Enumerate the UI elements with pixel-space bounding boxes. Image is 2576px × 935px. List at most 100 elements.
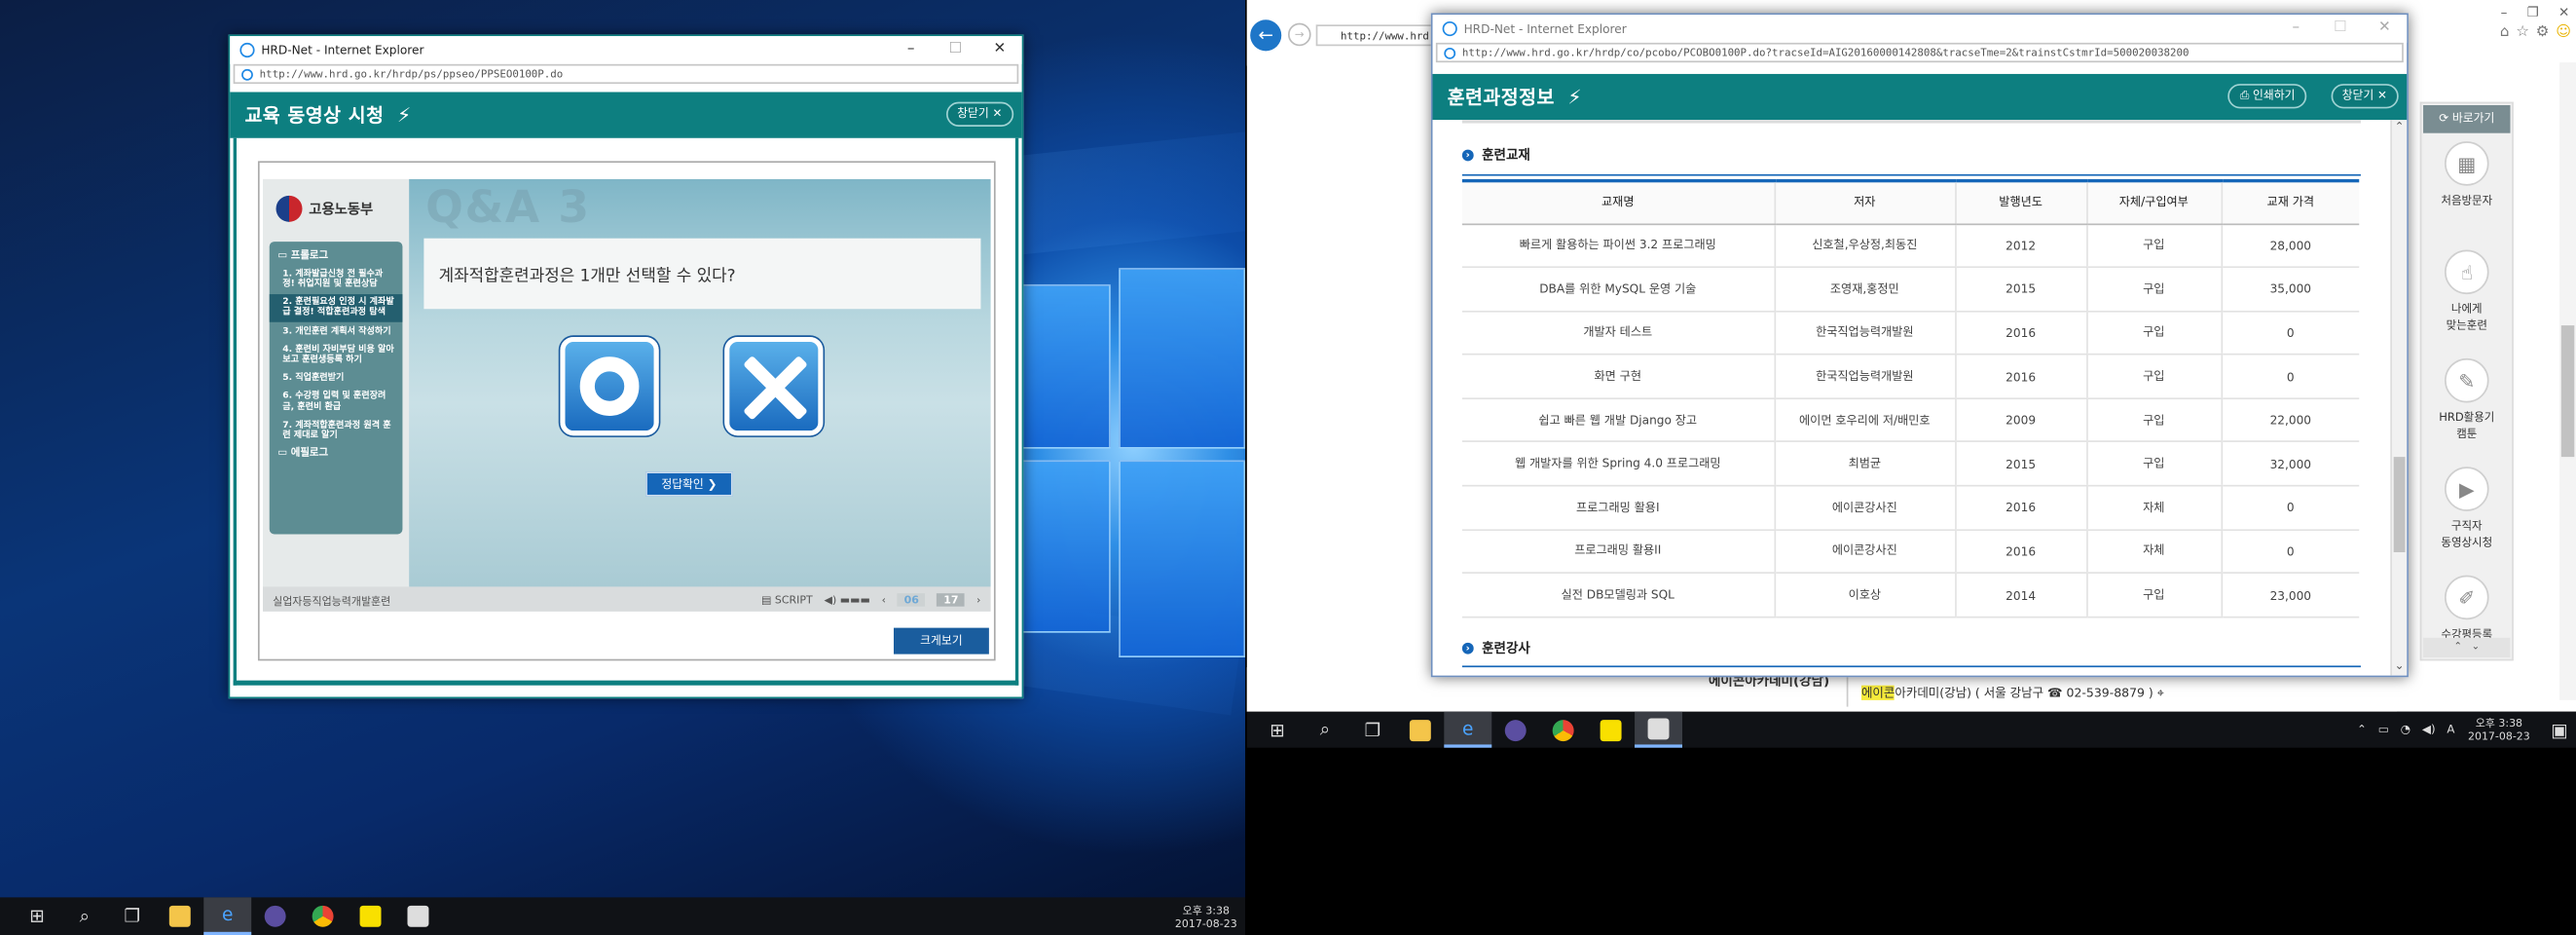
minimize-button[interactable]: – <box>889 36 934 64</box>
table-cell: 웹 개발자를 위한 Spring 4.0 프로그래밍 <box>1461 441 1775 487</box>
table-cell: 0 <box>2220 485 2360 531</box>
close-window-button[interactable]: ✕ <box>977 36 1022 64</box>
search-icon[interactable]: ⌕ <box>60 897 108 935</box>
quick-job-video[interactable]: ▶ 구직자 동영상시청 <box>2421 461 2512 569</box>
screen: HRD-Net - Internet Explorer – ☐ ✕ http:/… <box>0 0 2576 935</box>
file-explorer-icon[interactable] <box>1396 712 1444 748</box>
chapter-item-active[interactable]: 2. 훈련필요성 인정 시 계좌발급 결정! 적합훈련과정 탐색 <box>269 293 403 322</box>
table-cell: 2015 <box>1954 267 2087 313</box>
start-windows-icon[interactable]: ⊞ <box>14 897 61 935</box>
tray-chevron-icon[interactable]: ⌃ <box>2357 724 2367 737</box>
calculator-icon[interactable] <box>394 897 442 935</box>
right-window-title: HRD-Net - Internet Explorer <box>1463 20 1627 37</box>
quick-menu: ⟳ 바로가기 ▦ 처음방문자 ☝ 나에게 맞는훈련 ✎ HRD활용기 캠툰 ▶ 구직자 … <box>2419 101 2514 661</box>
back-arrow-icon[interactable]: ← <box>1250 19 1282 52</box>
quick-review[interactable]: ✐ 수강평등록 <box>2421 569 2512 677</box>
smiley-icon[interactable]: ☺ <box>2556 24 2571 41</box>
background-scrollbar[interactable] <box>2559 62 2576 700</box>
table-cell: 0 <box>2220 529 2360 575</box>
chapter-item[interactable]: 4. 훈련비 자비부담 비용 알아보고 훈련생등록 하기 <box>270 341 403 369</box>
kakaotalk-icon[interactable] <box>1587 712 1635 748</box>
prev-page-icon[interactable]: ‹ <box>882 592 886 606</box>
app-taskbar-icon[interactable] <box>251 897 299 935</box>
task-view-icon[interactable]: ❐ <box>1348 712 1396 748</box>
search-icon[interactable]: ⌕ <box>1302 712 1349 748</box>
x-answer-button[interactable] <box>724 336 824 436</box>
quick-my-training[interactable]: ☝ 나에게 맞는훈련 <box>2421 243 2512 352</box>
chapter-item[interactable]: ▭ 프롤로그 <box>270 246 403 265</box>
o-answer-button[interactable] <box>560 336 659 436</box>
favorites-star-icon[interactable]: ☆ <box>2516 24 2529 41</box>
chapter-list: ▭ 프롤로그 1. 계좌발급신청 전 필수과정! 취업지원 및 훈련상담 2. … <box>269 242 403 535</box>
video-close-button[interactable]: 창닫기 ✕ <box>945 101 1014 127</box>
table-cell: 자체 <box>2085 485 2222 531</box>
print-button[interactable]: ⎙ 인쇄하기 <box>2227 84 2307 109</box>
maximize-button[interactable]: ☐ <box>2318 15 2363 43</box>
quick-menu-nav[interactable]: ⌃ ⌄ <box>2423 637 2511 657</box>
app-taskbar-icon[interactable] <box>1491 712 1539 748</box>
left-address-bar[interactable]: http://www.hrd.go.kr/hrdp/ps/ppseo/PPSEO… <box>233 63 1019 85</box>
chapter-item[interactable]: 3. 개인훈련 계획서 작성하기 <box>270 322 403 341</box>
chapter-item[interactable]: 6. 수강평 입력 및 훈련장려금, 훈련비 환급 <box>270 388 403 416</box>
col-header: 저자 <box>1773 178 1956 225</box>
right-window-titlebar[interactable]: HRD-Net - Internet Explorer – ☐ ✕ <box>1432 15 2408 43</box>
scrollbar-thumb[interactable] <box>2393 457 2406 552</box>
ie-icon <box>1442 20 1457 37</box>
ime-indicator[interactable]: A <box>2447 724 2454 737</box>
file-explorer-icon[interactable] <box>156 897 203 935</box>
right-clock[interactable]: 오후 3:38 2017-08-23 <box>2468 717 2543 743</box>
calculator-icon[interactable] <box>1635 711 1682 748</box>
volume-icon[interactable]: ◀) ▬▬▬ <box>825 592 870 606</box>
chrome-icon[interactable] <box>1539 712 1587 748</box>
video-icon: ▶ <box>2445 467 2489 511</box>
close-window-button[interactable]: ✕ <box>2363 15 2408 43</box>
teachers-section-title: › 훈련강사 <box>1461 639 1530 657</box>
bg-minimize-button[interactable]: – <box>2501 5 2508 19</box>
battery-icon[interactable]: ▭ <box>2378 724 2389 737</box>
chapter-item[interactable]: 5. 직업훈련받기 <box>270 369 403 388</box>
left-window-title: HRD-Net - Internet Explorer <box>261 42 424 58</box>
maximize-button[interactable]: ☐ <box>934 36 978 64</box>
chapter-item[interactable]: ▭ 에필로그 <box>270 445 403 464</box>
right-black-area <box>1246 747 2576 935</box>
right-taskbar: ⊞ ⌕ ❐ e ⌃ ▭ ◔ ◀) A 오후 3:38 2017-08-23 ▣ <box>1246 711 2576 748</box>
ie-taskbar-icon[interactable]: e <box>203 897 252 935</box>
right-address-bar[interactable]: http://www.hrd.go.kr/hrdp/co/pcobo/PCOBO… <box>1435 42 2404 63</box>
map-icon[interactable]: ⌖ <box>2157 686 2164 700</box>
video-header-title: 교육 동영상 시청 <box>244 103 385 127</box>
chrome-icon[interactable] <box>299 897 347 935</box>
script-button[interactable]: ▤ SCRIPT <box>761 592 813 606</box>
content-scrollbar[interactable]: ⌃ ⌄ <box>2390 120 2408 676</box>
task-view-icon[interactable]: ❐ <box>108 897 156 935</box>
network-icon[interactable]: ◔ <box>2401 724 2410 737</box>
check-answer-button[interactable]: 정답확인 ❯ <box>645 471 733 497</box>
enlarge-button[interactable]: 크게보기 <box>894 627 989 654</box>
bg-restore-button[interactable]: ❐ <box>2527 5 2539 19</box>
sparkle-icon: ⚡ <box>397 103 412 127</box>
bg-close-button[interactable]: ✕ <box>2558 5 2569 19</box>
chapter-item[interactable]: 7. 계좌적합훈련과정 원격 훈련 제대로 알기 <box>270 416 403 444</box>
left-clock[interactable]: 오후 3:38 2017-08-23 <box>1175 903 1245 929</box>
ie-taskbar-icon[interactable]: e <box>1444 711 1492 748</box>
settings-gear-icon[interactable]: ⚙ <box>2536 24 2550 41</box>
home-icon[interactable]: ⌂ <box>2500 24 2510 41</box>
books-table: 교재명 저자 발행년도 자체/구입여부 교재 가격 빠르게 활용하는 파이썬 3… <box>1461 178 2360 618</box>
left-window-titlebar[interactable]: HRD-Net - Internet Explorer – ☐ ✕ <box>230 36 1022 64</box>
chapter-item[interactable]: 1. 계좌발급신청 전 필수과정! 취업지원 및 훈련상담 <box>270 265 403 293</box>
table-cell: 35,000 <box>2220 267 2360 313</box>
start-windows-icon[interactable]: ⊞ <box>1254 712 1302 748</box>
quick-first-visit[interactable]: ▦ 처음방문자 <box>2421 134 2512 243</box>
qa-heading: Q&A 3 <box>425 182 591 234</box>
table-cell: DBA를 위한 MySQL 운영 기술 <box>1461 267 1775 313</box>
quick-hrd-cartoon[interactable]: ✎ HRD활용기 캠툰 <box>2421 352 2512 460</box>
table-cell: 프로그래밍 활용II <box>1461 529 1775 575</box>
minimize-button[interactable]: – <box>2274 15 2319 43</box>
kakaotalk-icon[interactable] <box>347 897 394 935</box>
volume-icon[interactable]: ◀) <box>2422 724 2436 737</box>
forward-arrow-icon[interactable]: → <box>1288 22 1311 47</box>
next-page-icon[interactable]: › <box>976 592 980 606</box>
table-cell: 2015 <box>1954 441 2087 487</box>
table-cell: 28,000 <box>2220 223 2360 269</box>
course-close-button[interactable]: 창닫기 ✕ <box>2330 84 2399 109</box>
notification-icon[interactable]: ▣ <box>2543 712 2576 748</box>
